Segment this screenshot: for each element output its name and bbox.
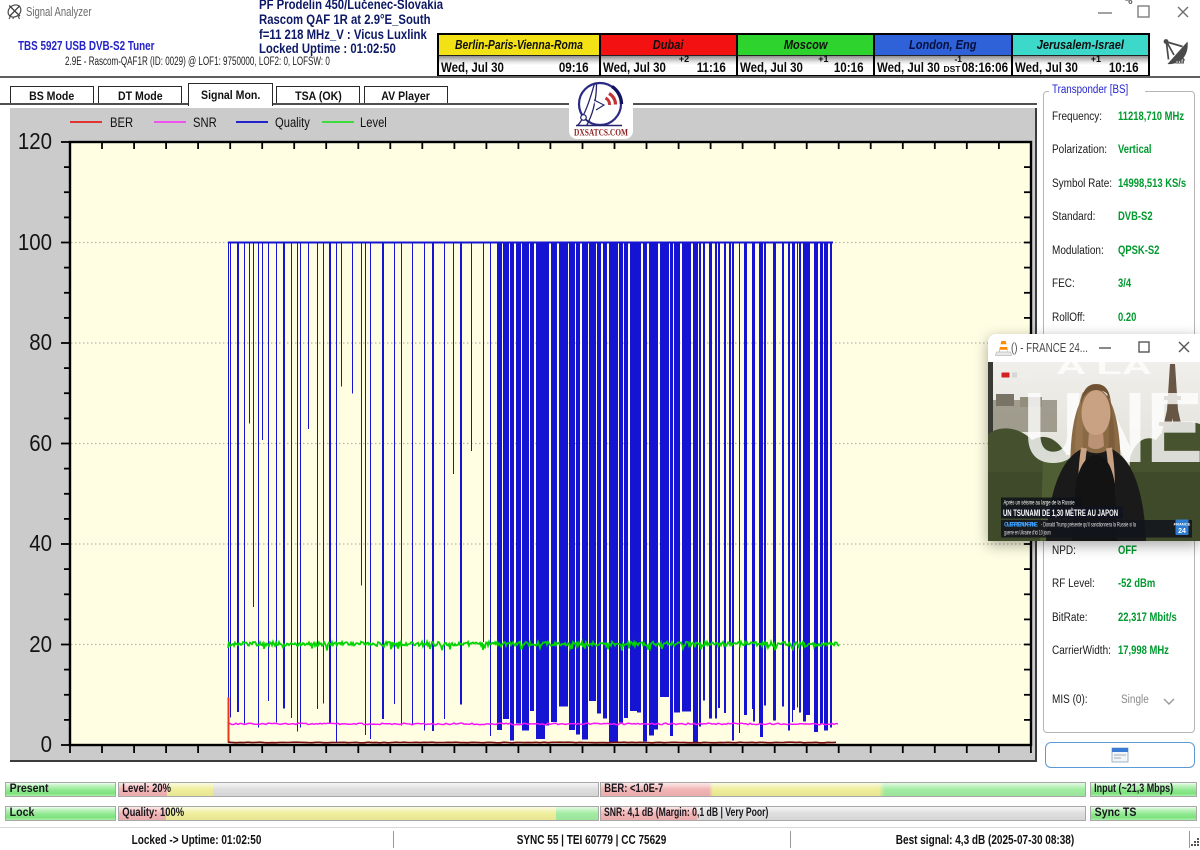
svg-text:24: 24 xyxy=(1178,528,1186,535)
svg-text:GUERRE EN UKRAINE: GUERRE EN UKRAINE xyxy=(1004,522,1038,529)
svg-text:guerre en Ukraine d'ici 10 jou: guerre en Ukraine d'ici 10 jours xyxy=(1004,530,1051,537)
svg-text:4D B: 4D B xyxy=(1019,373,1030,378)
svg-text:FRANCE: FRANCE xyxy=(1174,522,1191,527)
svg-text:- Donald Trump présente qu'il: - Donald Trump présente qu'il sanctionne… xyxy=(1041,522,1136,529)
svg-text:UN TSUNAMI DE 1,30 MÈTRE AU JA: UN TSUNAMI DE 1,30 MÈTRE AU JAPON xyxy=(1003,508,1118,519)
svg-text:Après un séisme au large de la: Après un séisme au large de la Russie xyxy=(1004,500,1075,507)
svg-text:DXSATCS.COM: DXSATCS.COM xyxy=(574,128,628,138)
